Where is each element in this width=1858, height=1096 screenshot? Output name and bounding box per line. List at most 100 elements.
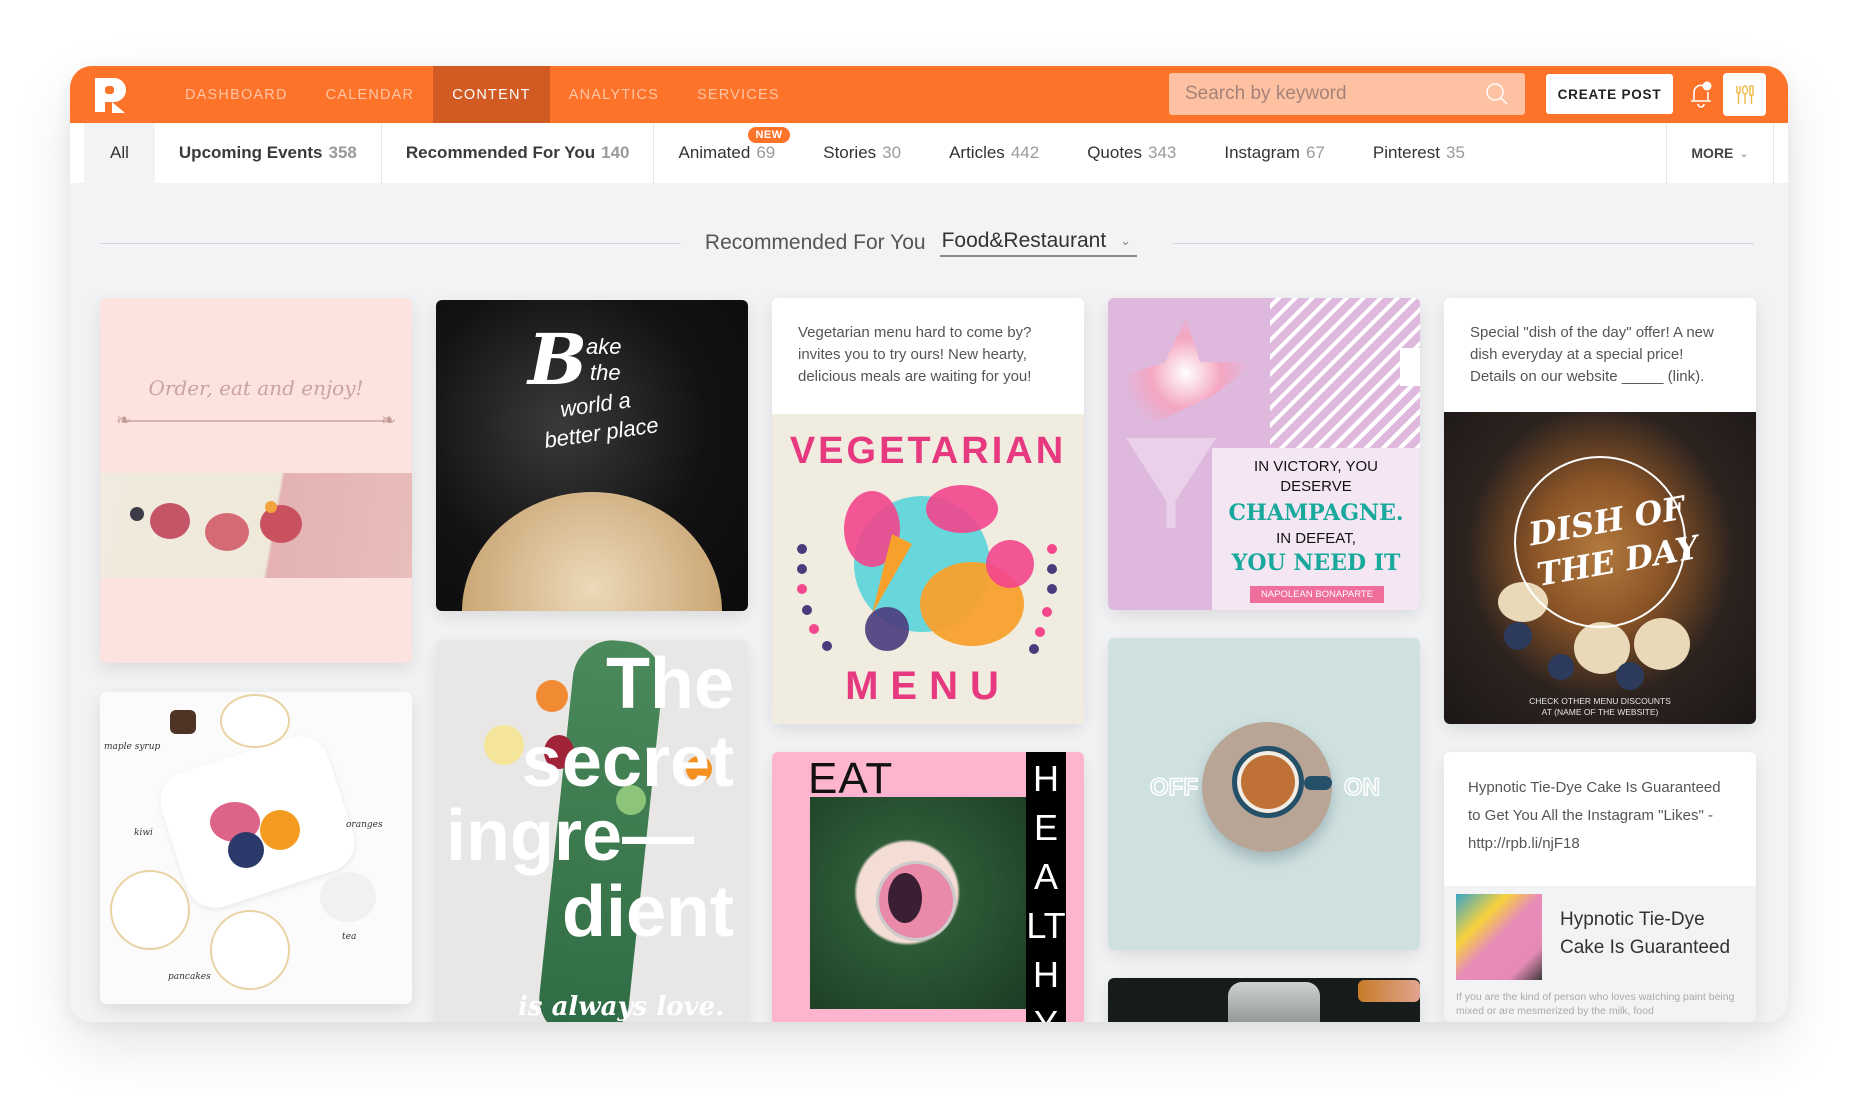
tab-label: Quotes	[1087, 143, 1142, 162]
post-card-champagne-quote[interactable]: IN VICTORY, YOU DESERVE CHAMPAGNE. IN DE…	[1108, 298, 1420, 610]
search-input[interactable]	[1185, 83, 1485, 105]
quote-line-4: IN DEFEAT,	[1276, 530, 1356, 547]
post-card-coffee[interactable]: OFF ON	[1108, 638, 1420, 950]
link-preview[interactable]: Hypnotic Tie-Dye Cake Is Guaranteed If y…	[1444, 886, 1756, 1022]
tab-articles[interactable]: Articles 442	[925, 123, 1063, 183]
post-card-dish-of-the-day[interactable]: Special "dish of the day" offer! A new d…	[1444, 298, 1756, 724]
tab-label: Upcoming Events	[178, 143, 323, 162]
tab-all[interactable]: All	[84, 123, 155, 183]
french-toast-image: DISH OF THE DAY CHECK OTHER MENU DISCOUN…	[1444, 412, 1756, 724]
bake-line-1: ake	[586, 334, 622, 359]
section-header: Recommended For You Food&Restaurant ⌄	[100, 223, 1754, 263]
chevron-down-icon: ⌄	[1739, 147, 1749, 160]
vegetarian-bottom-word: MENU	[845, 664, 1011, 708]
blueberry	[1504, 622, 1532, 650]
post-caption: Vegetarian menu hard to come by? invites…	[772, 298, 1084, 414]
tab-upcoming-events[interactable]: Upcoming Events 358	[155, 123, 382, 183]
post-card-breakfast[interactable]: maple syrup kiwi oranges tea pancakes	[100, 692, 412, 1004]
post-caption: Special "dish of the day" offer! A new d…	[1444, 298, 1756, 412]
nav-content[interactable]: CONTENT	[433, 66, 550, 123]
nav-dashboard[interactable]: DASHBOARD	[166, 66, 307, 123]
tab-label: Instagram	[1224, 143, 1300, 162]
tab-animated[interactable]: Animated 69 NEW	[654, 123, 799, 183]
content-tabs: All Upcoming Events 358 Recommended For …	[70, 123, 1788, 183]
label-tea: tea	[342, 932, 357, 942]
carrot-slice	[536, 680, 568, 712]
quote-line-3: CHAMPAGNE.	[1228, 500, 1404, 526]
post-card-bake[interactable]: B ake the world a better place	[436, 300, 748, 611]
tab-count: 140	[601, 143, 630, 162]
quote-author: NAPOLEAN BONAPARTE	[1250, 586, 1384, 603]
leaf-icon: ❧	[116, 410, 132, 430]
vegetarian-top-word: VEGETARIAN	[789, 430, 1067, 472]
brand-logo[interactable]	[92, 75, 130, 115]
secret-line-3: ingre—	[446, 796, 695, 876]
search-icon[interactable]	[1485, 82, 1509, 106]
vegetarian-menu-graphic: VEGETARIAN MENU	[772, 414, 1084, 724]
post-caption: Hypnotic Tie-Dye Cake Is Guaranteed to G…	[1444, 752, 1756, 886]
post-card-order[interactable]: Order, eat and enjoy! ❧ ❧	[100, 298, 412, 663]
post-card-eat-healthy[interactable]: EAT HEALTHY	[772, 752, 1084, 1022]
divider	[1173, 242, 1754, 244]
sprinkle-burst	[1116, 318, 1256, 428]
tab-label: Pinterest	[1372, 143, 1440, 162]
ornament-divider	[124, 420, 388, 422]
secret-line-2: secret	[521, 722, 734, 802]
divider	[100, 242, 681, 244]
tab-count: 358	[328, 143, 357, 162]
nav-calendar[interactable]: CALENDAR	[307, 66, 434, 123]
post-card-strainer[interactable]	[1108, 978, 1420, 1022]
healthy-word: HEALTHY	[1026, 758, 1066, 1022]
more-tabs-button[interactable]: MORE ⌄	[1666, 123, 1774, 183]
post-card-secret-ingredient[interactable]: The secret ingre— dient is always love.	[436, 640, 748, 1022]
app-window: DASHBOARD CALENDAR CONTENT ANALYTICS SER…	[70, 66, 1788, 1022]
tab-quotes[interactable]: Quotes 343	[1063, 123, 1200, 183]
tab-count: 30	[882, 143, 902, 162]
smoothie-image	[810, 797, 1026, 1009]
link-preview-title: Hypnotic Tie-Dye Cake Is Guaranteed	[1560, 909, 1731, 958]
off-label: OFF	[1149, 773, 1199, 802]
tab-label: Articles	[949, 143, 1005, 162]
tab-label: All	[110, 143, 129, 162]
utensils-icon	[1735, 84, 1754, 104]
tab-count: 67	[1305, 143, 1325, 162]
blueberry	[1548, 654, 1574, 680]
chevron-down-icon: ⌄	[1120, 233, 1132, 248]
label-kiwi: kiwi	[134, 828, 153, 838]
tab-count: 343	[1148, 143, 1177, 162]
tab-count: 69	[756, 143, 776, 162]
tab-label: Recommended For You	[405, 143, 596, 162]
food-category-button[interactable]	[1723, 73, 1766, 116]
tab-label: Stories	[823, 143, 877, 162]
create-post-button[interactable]: CREATE POST	[1546, 74, 1673, 114]
new-badge: NEW	[748, 127, 790, 143]
dish-footer-2: AT (NAME OF THE WEBSITE)	[1541, 707, 1659, 717]
quote-line-5: YOU NEED IT	[1231, 550, 1401, 576]
category-dropdown[interactable]: Food&Restaurant ⌄	[939, 229, 1138, 257]
tab-recommended[interactable]: Recommended For You 140	[382, 123, 655, 183]
stripe-pattern	[1270, 298, 1420, 448]
secret-line-5: is always love.	[518, 992, 725, 1022]
section-title: Recommended For You	[704, 231, 926, 254]
nav-analytics[interactable]: ANALYTICS	[550, 66, 678, 123]
tab-instagram[interactable]: Instagram 67	[1200, 123, 1349, 183]
link-preview-excerpt: If you are the kind of person who loves …	[1456, 991, 1735, 1017]
on-label: ON	[1343, 773, 1381, 802]
secret-line-4: dient	[562, 872, 734, 952]
label-oranges: oranges	[346, 820, 383, 830]
label-maple-syrup: maple syrup	[104, 742, 161, 752]
leaf-icon: ❧	[380, 410, 396, 430]
link-preview-thumbnail	[1456, 894, 1542, 980]
nav-services[interactable]: SERVICES	[678, 66, 799, 123]
martini-glass	[1126, 438, 1216, 528]
notification-bell-icon[interactable]	[1686, 78, 1716, 110]
category-value: Food&Restaurant	[941, 229, 1107, 252]
tab-pinterest[interactable]: Pinterest 35	[1349, 123, 1489, 183]
post-card-vegetarian[interactable]: Vegetarian menu hard to come by? invites…	[772, 298, 1084, 724]
blueberry	[1616, 662, 1644, 690]
strainer-image	[1228, 982, 1320, 1022]
post-card-article[interactable]: Hypnotic Tie-Dye Cake Is Guaranteed to G…	[1444, 752, 1756, 1022]
cupcake-box-image	[100, 473, 412, 578]
tab-stories[interactable]: Stories 30	[799, 123, 925, 183]
white-tab	[1400, 348, 1420, 386]
